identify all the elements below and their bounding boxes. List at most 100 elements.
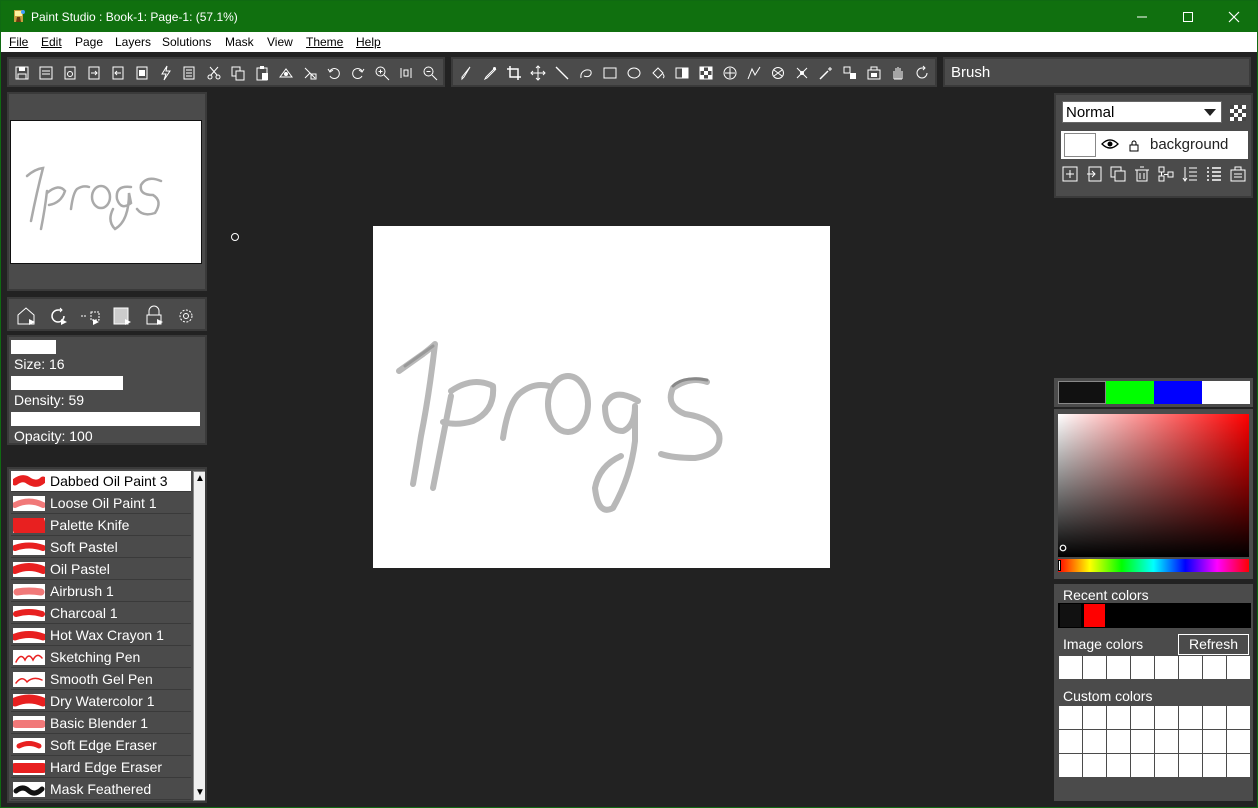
transparency-icon[interactable] — [1230, 105, 1246, 121]
properties-button[interactable] — [181, 64, 199, 82]
smudge-tool[interactable] — [745, 64, 763, 82]
group-layers-icon[interactable] — [1158, 166, 1174, 182]
image-color-cell[interactable] — [1083, 656, 1106, 679]
brush-list-item[interactable]: Hard Edge Eraser — [11, 757, 191, 778]
custom-color-cell[interactable] — [1203, 706, 1226, 729]
custom-color-cell[interactable] — [1203, 754, 1226, 777]
custom-color-cell[interactable] — [1203, 730, 1226, 753]
brush-paper-button[interactable] — [111, 305, 133, 327]
custom-color-cell[interactable] — [1107, 706, 1130, 729]
custom-color-cell[interactable] — [1155, 706, 1178, 729]
custom-color-cell[interactable] — [1083, 706, 1106, 729]
color-swatch-white[interactable] — [1202, 381, 1250, 404]
layer-properties-icon[interactable] — [1230, 166, 1246, 182]
ellipse-tool[interactable] — [625, 64, 643, 82]
line-tool[interactable] — [553, 64, 571, 82]
brush-list-item[interactable]: Basic Blender 1 — [11, 713, 191, 734]
blend-tool[interactable] — [769, 64, 787, 82]
save-button[interactable] — [13, 64, 31, 82]
custom-color-cell[interactable] — [1131, 730, 1154, 753]
brush-tip-button[interactable] — [79, 305, 101, 327]
stamp-tool[interactable] — [841, 64, 859, 82]
open-button[interactable] — [61, 64, 79, 82]
hand-tool[interactable] — [889, 64, 907, 82]
lock-icon[interactable] — [1129, 140, 1139, 152]
image-color-cell[interactable] — [1179, 656, 1202, 679]
image-color-cell[interactable] — [1203, 656, 1226, 679]
actual-size-button[interactable] — [397, 64, 415, 82]
size-slider[interactable]: Size: 16 — [9, 338, 202, 372]
hue-slider-handle[interactable] — [1058, 560, 1061, 571]
brush-list-item[interactable]: Soft Pastel — [11, 537, 191, 558]
brush-list-item[interactable]: Dry Watercolor 1 — [11, 691, 191, 712]
duplicate-layer-icon[interactable] — [1110, 166, 1126, 182]
page-button[interactable] — [133, 64, 151, 82]
magic-wand-tool[interactable] — [817, 64, 835, 82]
trash-icon[interactable] — [1134, 166, 1150, 182]
texture-tool[interactable] — [721, 64, 739, 82]
custom-color-cell[interactable] — [1155, 730, 1178, 753]
custom-color-cell[interactable] — [1083, 754, 1106, 777]
fill-tool[interactable] — [649, 64, 667, 82]
drawing-canvas[interactable] — [373, 226, 830, 568]
opacity-slider[interactable]: Opacity: 100 — [9, 410, 202, 444]
custom-color-cell[interactable] — [1227, 754, 1250, 777]
menu-edit[interactable]: Edit — [41, 35, 62, 49]
brush-list-scrollbar[interactable]: ▲ ▼ — [193, 471, 205, 801]
save-as-button[interactable] — [37, 64, 55, 82]
brush-lock-button[interactable] — [143, 305, 165, 327]
copy-button[interactable] — [229, 64, 247, 82]
rectangle-tool[interactable] — [601, 64, 619, 82]
brush-list-item[interactable]: Soft Edge Eraser — [11, 735, 191, 756]
navigator-thumbnail[interactable] — [10, 120, 202, 264]
minimize-button[interactable] — [1119, 1, 1165, 32]
add-layer-icon[interactable] — [1062, 166, 1078, 182]
custom-color-cell[interactable] — [1131, 754, 1154, 777]
custom-color-cell[interactable] — [1179, 730, 1202, 753]
cut-button[interactable] — [205, 64, 223, 82]
import-button[interactable] — [85, 64, 103, 82]
maximize-button[interactable] — [1165, 1, 1211, 32]
menu-theme[interactable]: Theme — [306, 35, 343, 49]
move-tool[interactable] — [529, 64, 547, 82]
saturation-value-picker[interactable] — [1058, 414, 1249, 557]
menu-page[interactable]: Page — [75, 35, 103, 49]
blend-mode-select[interactable]: Normal — [1062, 101, 1222, 123]
image-color-cell[interactable] — [1155, 656, 1178, 679]
paste-button[interactable] — [253, 64, 271, 82]
brush-list-item[interactable]: Mask Feathered — [11, 779, 191, 800]
eyedropper-tool[interactable] — [481, 64, 499, 82]
brush-tool[interactable] — [457, 64, 475, 82]
hue-slider[interactable] — [1058, 559, 1249, 572]
zoom-out-button[interactable] — [421, 64, 439, 82]
sort-layers-icon[interactable] — [1182, 166, 1198, 182]
eye-icon[interactable] — [1101, 138, 1119, 150]
quick-action-button[interactable] — [157, 64, 175, 82]
filter-tool[interactable] — [865, 64, 883, 82]
recent-color-swatch[interactable] — [1084, 604, 1105, 627]
brush-reset-button[interactable] — [47, 305, 69, 327]
brush-list-item[interactable]: Charcoal 1 — [11, 603, 191, 624]
recent-color-swatch[interactable] — [1060, 604, 1081, 627]
redo-button[interactable] — [349, 64, 367, 82]
brush-list-item[interactable]: Sketching Pen — [11, 647, 191, 668]
color-swatch-blue[interactable] — [1154, 381, 1202, 404]
layer-list-icon[interactable] — [1206, 166, 1222, 182]
brush-list-item[interactable]: Smooth Gel Pen — [11, 669, 191, 690]
brush-list-item[interactable]: Oil Pastel — [11, 559, 191, 580]
color-swatch-black[interactable] — [1058, 381, 1106, 404]
clone-button[interactable] — [277, 64, 295, 82]
custom-color-cell[interactable] — [1059, 706, 1082, 729]
rotate-tool[interactable] — [913, 64, 931, 82]
menu-view[interactable]: View — [267, 35, 293, 49]
brush-settings-button[interactable] — [175, 305, 197, 327]
scroll-up-icon[interactable]: ▲ — [195, 473, 205, 485]
custom-color-cell[interactable] — [1155, 754, 1178, 777]
crop-tool[interactable] — [505, 64, 523, 82]
brush-list-item[interactable]: Airbrush 1 — [11, 581, 191, 602]
transform-button[interactable] — [301, 64, 319, 82]
custom-color-cell[interactable] — [1083, 730, 1106, 753]
image-color-cell[interactable] — [1107, 656, 1130, 679]
custom-color-cell[interactable] — [1107, 730, 1130, 753]
custom-color-cell[interactable] — [1059, 730, 1082, 753]
